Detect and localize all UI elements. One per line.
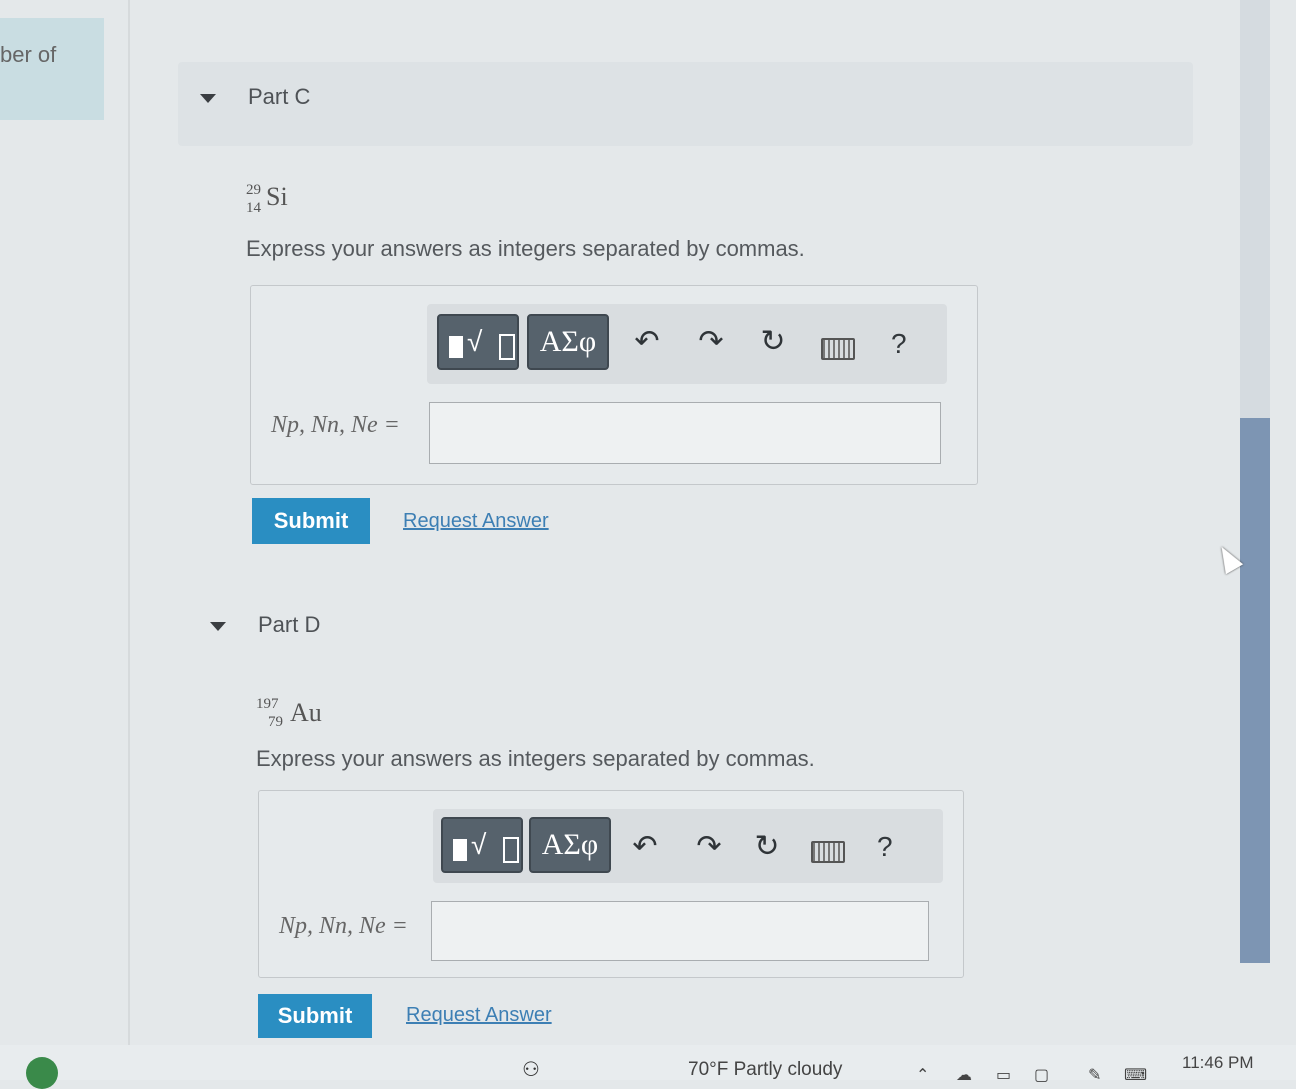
math-toolbar: √ ΑΣφ ↶ ↷ ↻ ? [433, 809, 943, 883]
answer-input[interactable] [429, 402, 941, 464]
keyboard-icon[interactable] [821, 338, 855, 360]
vertical-scrollbar[interactable] [1240, 0, 1270, 963]
collapse-caret-icon[interactable] [200, 94, 216, 103]
display-icon[interactable]: ▢ [1034, 1065, 1049, 1085]
taskbar: ⚇ 70°F Partly cloudy ⌃ ☁ ▭ ▢ ✎ ⌨ 11:46 P… [0, 1045, 1296, 1089]
people-icon[interactable]: ⚇ [522, 1057, 540, 1082]
mouse-cursor-icon [1212, 541, 1244, 575]
scrollbar-thumb[interactable] [1240, 418, 1270, 963]
request-answer-link[interactable]: Request Answer [403, 510, 549, 533]
element-symbol: Au [290, 698, 322, 727]
element-symbol: Si [266, 182, 288, 211]
part-c-header[interactable]: Part C [178, 62, 1193, 146]
box-icon [503, 837, 519, 863]
chevron-up-icon[interactable]: ⌃ [916, 1065, 929, 1085]
pen-icon[interactable]: ✎ [1088, 1065, 1101, 1085]
math-toolbar: √ ΑΣφ ↶ ↷ ↻ ? [427, 304, 947, 384]
reset-icon[interactable]: ↻ [747, 829, 787, 864]
cloud-icon[interactable]: ☁ [956, 1065, 972, 1085]
mass-number: 197 [256, 696, 279, 712]
keyboard-tray-icon[interactable]: ⌨ [1124, 1065, 1147, 1085]
atomic-number: 79 [268, 714, 283, 730]
network-icon[interactable]: ▭ [996, 1065, 1011, 1085]
templates-button[interactable]: √ [441, 817, 523, 873]
help-button[interactable]: ? [891, 328, 907, 360]
part-d-title: Part D [258, 612, 321, 637]
mass-number: 29 [246, 182, 261, 198]
left-divider [128, 0, 130, 1045]
redo-icon[interactable]: ↷ [689, 829, 729, 864]
answer-box: √ ΑΣφ ↶ ↷ ↻ ? Np, Nn, Ne = [250, 285, 978, 485]
symbols-button[interactable]: ΑΣφ [527, 314, 609, 370]
templates-icon [449, 336, 463, 358]
templates-icon [453, 839, 467, 861]
redo-icon[interactable]: ↷ [691, 324, 731, 359]
undo-icon[interactable]: ↶ [625, 829, 665, 864]
box-icon [499, 334, 515, 360]
left-tab[interactable]: ber of [0, 18, 104, 120]
submit-button[interactable]: Submit [258, 994, 372, 1038]
weather-widget[interactable]: 70°F Partly cloudy [688, 1059, 842, 1081]
part-c-title: Part C [248, 84, 311, 109]
answer-input[interactable] [431, 901, 929, 961]
keyboard-icon[interactable] [811, 841, 845, 863]
root-icon: √ [471, 829, 487, 860]
submit-button[interactable]: Submit [252, 498, 370, 544]
atomic-number: 14 [246, 200, 261, 216]
help-button[interactable]: ? [877, 831, 893, 863]
templates-button[interactable]: √ [437, 314, 519, 370]
variable-label: Np, Nn, Ne = [279, 913, 408, 939]
root-icon: √ [467, 326, 483, 357]
undo-icon[interactable]: ↶ [627, 324, 667, 359]
start-icon[interactable] [26, 1057, 58, 1089]
answer-box: √ ΑΣφ ↶ ↷ ↻ ? Np, Nn, Ne = [258, 790, 964, 978]
part-d-header[interactable]: Part D [200, 606, 500, 646]
reset-icon[interactable]: ↻ [753, 324, 793, 359]
instruction-text: Express your answers as integers separat… [256, 746, 815, 771]
request-answer-link[interactable]: Request Answer [406, 1004, 552, 1027]
collapse-caret-icon[interactable] [210, 622, 226, 631]
variable-label: Np, Nn, Ne = [271, 412, 400, 438]
left-tab-label: ber of [0, 42, 57, 67]
clock[interactable]: 11:46 PM [1182, 1053, 1254, 1073]
instruction-text: Express your answers as integers separat… [246, 236, 805, 261]
symbols-button[interactable]: ΑΣφ [529, 817, 611, 873]
